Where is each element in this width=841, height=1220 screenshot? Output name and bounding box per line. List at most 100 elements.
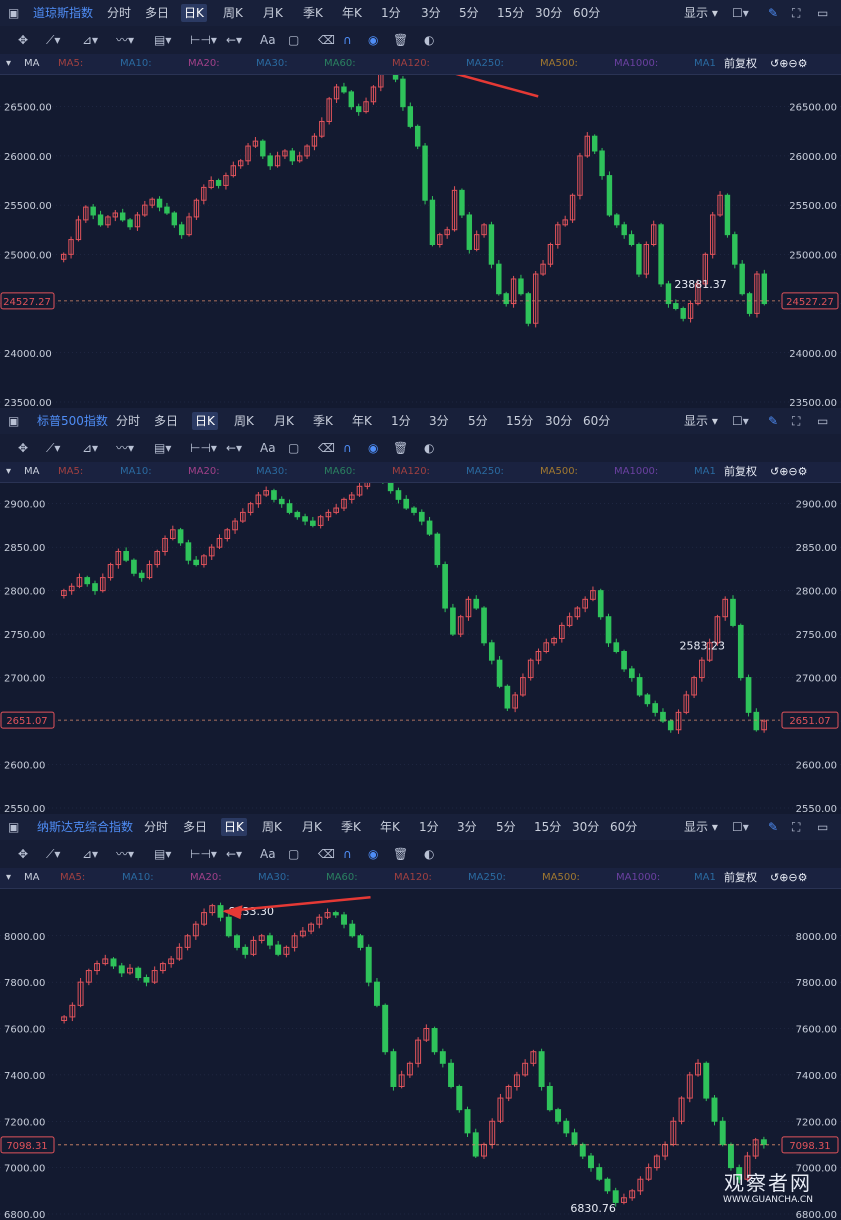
pen-icon[interactable]: ✎	[768, 818, 778, 836]
line-tool-icon[interactable]: ⟋▾	[46, 31, 60, 49]
fib-tool-icon[interactable]: ▤▾	[154, 439, 171, 457]
display-dropdown[interactable]: 显示 ▾	[681, 818, 721, 836]
index-name[interactable]: 纳斯达克综合指数	[34, 818, 136, 836]
tab-3min[interactable]: 3分	[426, 412, 452, 430]
tab-duori[interactable]: 多日	[142, 4, 172, 22]
wave-tool-icon[interactable]: 〰▾	[116, 439, 134, 457]
layout-icon[interactable]: ▣	[8, 4, 19, 22]
eye-icon[interactable]: ◉	[368, 31, 378, 49]
tab-3min[interactable]: 3分	[454, 818, 480, 836]
eraser-icon[interactable]: ⌫	[318, 845, 335, 863]
eye-icon[interactable]: ◉	[368, 439, 378, 457]
tab-niank[interactable]: 年K	[339, 4, 365, 22]
tab-5min[interactable]: 5分	[465, 412, 491, 430]
line-tool-icon[interactable]: ⟋▾	[46, 439, 60, 457]
tab-30min[interactable]: 30分	[532, 4, 565, 22]
note-tool-icon[interactable]: ▢	[288, 845, 299, 863]
magnet-icon[interactable]: ∩	[343, 439, 352, 457]
measure-tool-icon[interactable]: ⊢⊣▾	[190, 439, 217, 457]
index-name[interactable]: 标普500指数	[34, 412, 111, 430]
tab-jik[interactable]: 季K	[300, 4, 326, 22]
tab-60min[interactable]: 60分	[580, 412, 613, 430]
text-tool-icon[interactable]: Aa	[260, 439, 276, 457]
move-icon[interactable]: ✥	[18, 439, 28, 457]
tab-15min[interactable]: 15分	[494, 4, 527, 22]
eraser-icon[interactable]: ⌫	[318, 31, 335, 49]
arrow-tool-icon[interactable]: ←▾	[226, 439, 242, 457]
fullscreen-icon[interactable]: ⛶	[792, 412, 800, 430]
tab-30min[interactable]: 30分	[542, 412, 575, 430]
channel-tool-icon[interactable]: ⊿▾	[82, 31, 98, 49]
ma-label[interactable]: MA	[24, 465, 39, 479]
tab-1min[interactable]: 1分	[378, 4, 404, 22]
magnet-icon[interactable]: ∩	[343, 31, 352, 49]
tab-duori[interactable]: 多日	[180, 818, 210, 836]
tab-fenshi[interactable]: 分时	[113, 412, 143, 430]
tab-1min[interactable]: 1分	[416, 818, 442, 836]
channel-tool-icon[interactable]: ⊿▾	[82, 845, 98, 863]
tab-1min[interactable]: 1分	[388, 412, 414, 430]
trash-icon[interactable]: 🗑	[393, 845, 408, 863]
tab-zhouk[interactable]: 周K	[220, 4, 246, 22]
window-icon[interactable]: ▭	[817, 4, 828, 22]
tab-fenshi[interactable]: 分时	[141, 818, 171, 836]
tab-jik[interactable]: 季K	[310, 412, 336, 430]
tab-rik[interactable]: 日K	[181, 4, 207, 22]
note-tool-icon[interactable]: ▢	[288, 31, 299, 49]
layout-icon[interactable]: ▣	[8, 818, 19, 836]
ma-label[interactable]: MA	[24, 871, 39, 885]
tab-60min[interactable]: 60分	[570, 4, 603, 22]
index-name[interactable]: 道琼斯指数	[30, 4, 96, 22]
display-dropdown[interactable]: 显示 ▾	[681, 4, 721, 22]
collapse-icon[interactable]: ▾	[6, 871, 11, 885]
tab-3min[interactable]: 3分	[418, 4, 444, 22]
wave-tool-icon[interactable]: 〰▾	[116, 845, 134, 863]
note-tool-icon[interactable]: ▢	[288, 439, 299, 457]
ma-controls-icon[interactable]: ↺⊕⊖⚙	[770, 465, 808, 479]
eraser-icon[interactable]: ⌫	[318, 439, 335, 457]
tab-30min[interactable]: 30分	[569, 818, 602, 836]
tab-15min[interactable]: 15分	[503, 412, 536, 430]
display-dropdown[interactable]: 显示 ▾	[681, 412, 721, 430]
tab-rik[interactable]: 日K	[192, 412, 218, 430]
tab-zhouk[interactable]: 周K	[231, 412, 257, 430]
toggle-icon[interactable]: ◐	[424, 845, 434, 863]
tab-60min[interactable]: 60分	[607, 818, 640, 836]
measure-tool-icon[interactable]: ⊢⊣▾	[190, 845, 217, 863]
tab-fenshi[interactable]: 分时	[104, 4, 134, 22]
adjust-toggle[interactable]: 前复权	[724, 871, 757, 885]
tab-rik[interactable]: 日K	[221, 818, 247, 836]
arrow-tool-icon[interactable]: ←▾	[226, 845, 242, 863]
tab-niank[interactable]: 年K	[377, 818, 403, 836]
tab-5min[interactable]: 5分	[456, 4, 482, 22]
tab-zhouk[interactable]: 周K	[259, 818, 285, 836]
tab-niank[interactable]: 年K	[349, 412, 375, 430]
trash-icon[interactable]: 🗑	[393, 439, 408, 457]
ma-controls-icon[interactable]: ↺⊕⊖⚙	[770, 871, 808, 885]
text-tool-icon[interactable]: Aa	[260, 845, 276, 863]
eye-icon[interactable]: ◉	[368, 845, 378, 863]
tab-yuek[interactable]: 月K	[299, 818, 325, 836]
pen-icon[interactable]: ✎	[768, 4, 778, 22]
magnet-icon[interactable]: ∩	[343, 845, 352, 863]
collapse-icon[interactable]: ▾	[6, 465, 11, 479]
ma-label[interactable]: MA	[24, 57, 39, 71]
fib-tool-icon[interactable]: ▤▾	[154, 845, 171, 863]
tab-5min[interactable]: 5分	[493, 818, 519, 836]
toggle-icon[interactable]: ◐	[424, 31, 434, 49]
adjust-toggle[interactable]: 前复权	[724, 57, 757, 71]
window-icon[interactable]: ▭	[817, 412, 828, 430]
fib-tool-icon[interactable]: ▤▾	[154, 31, 171, 49]
move-icon[interactable]: ✥	[18, 31, 28, 49]
checkbox-icon[interactable]: ☐▾	[732, 4, 749, 22]
tab-jik[interactable]: 季K	[338, 818, 364, 836]
trash-icon[interactable]: 🗑	[393, 31, 408, 49]
tab-15min[interactable]: 15分	[531, 818, 564, 836]
move-icon[interactable]: ✥	[18, 845, 28, 863]
window-icon[interactable]: ▭	[817, 818, 828, 836]
collapse-icon[interactable]: ▾	[6, 57, 11, 71]
adjust-toggle[interactable]: 前复权	[724, 465, 757, 479]
wave-tool-icon[interactable]: 〰▾	[116, 31, 134, 49]
channel-tool-icon[interactable]: ⊿▾	[82, 439, 98, 457]
text-tool-icon[interactable]: Aa	[260, 31, 276, 49]
